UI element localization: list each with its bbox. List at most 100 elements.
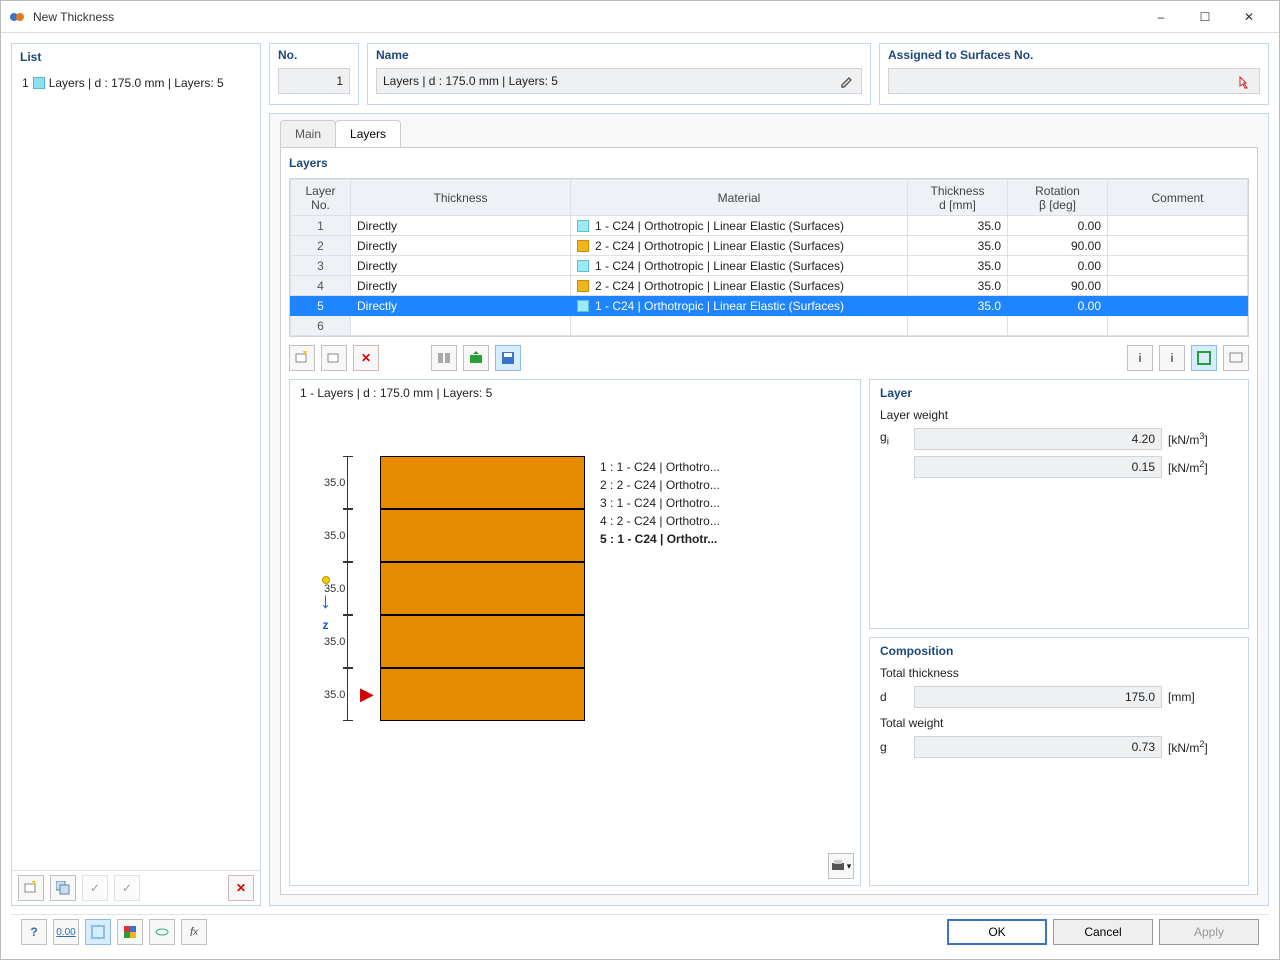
info-button-2[interactable]: i xyxy=(1159,345,1185,371)
minimize-button[interactable]: – xyxy=(1139,2,1183,32)
pick-surfaces-icon[interactable] xyxy=(1235,72,1255,92)
cell-comment[interactable] xyxy=(1108,296,1248,316)
view-button[interactable] xyxy=(85,919,111,945)
display-button[interactable] xyxy=(149,919,175,945)
delete-layer-button[interactable]: ✕ xyxy=(353,345,379,371)
legend-entry: 1 : 1 - C24 | Orthotro... xyxy=(600,460,780,478)
layers-tab-page: Layers Layer No. Thickness Material Thic… xyxy=(280,147,1258,895)
col-thickness-d[interactable]: Thickness d [mm] xyxy=(908,180,1008,216)
table-row[interactable]: 5Directly1 - C24 | Orthotropic | Linear … xyxy=(291,296,1248,316)
name-value: Layers | d : 175.0 mm | Layers: 5 xyxy=(383,74,558,88)
check-alt-button[interactable]: ✓ xyxy=(114,875,140,901)
gi-symbol: gi xyxy=(880,430,908,447)
col-comment[interactable]: Comment xyxy=(1108,180,1248,216)
table-row[interactable]: 4Directly2 - C24 | Orthotropic | Linear … xyxy=(291,276,1248,296)
cancel-button[interactable]: Cancel xyxy=(1053,919,1153,945)
col-thickness[interactable]: Thickness xyxy=(351,180,571,216)
cell-beta[interactable]: 0.00 xyxy=(1008,256,1108,276)
info-button-1[interactable]: i xyxy=(1127,345,1153,371)
help-button[interactable]: ? xyxy=(21,919,47,945)
cell-comment[interactable] xyxy=(1108,216,1248,236)
maximize-button[interactable]: ☐ xyxy=(1183,2,1227,32)
cell-beta[interactable]: 0.00 xyxy=(1008,296,1108,316)
gi2-value: 0.15 xyxy=(914,456,1162,478)
preview-panel: 1 - Layers | d : 175.0 mm | Layers: 5 35… xyxy=(289,379,861,886)
cell-beta[interactable] xyxy=(1008,316,1108,336)
cell-beta[interactable]: 0.00 xyxy=(1008,216,1108,236)
check-button[interactable]: ✓ xyxy=(82,875,108,901)
col-material[interactable]: Material xyxy=(571,180,908,216)
cell-d[interactable]: 35.0 xyxy=(908,216,1008,236)
cell-thickness[interactable]: Directly xyxy=(351,256,571,276)
copy-item-button[interactable] xyxy=(50,875,76,901)
title-bar: New Thickness – ☐ ✕ xyxy=(1,1,1279,33)
tab-layers[interactable]: Layers xyxy=(335,120,401,147)
cell-d[interactable]: 35.0 xyxy=(908,256,1008,276)
legend-entry: 3 : 1 - C24 | Orthotro... xyxy=(600,496,780,514)
cell-comment[interactable] xyxy=(1108,276,1248,296)
new-layer-button[interactable] xyxy=(289,345,315,371)
cell-material[interactable]: 1 - C24 | Orthotropic | Linear Elastic (… xyxy=(571,296,908,316)
col-rotation[interactable]: Rotation β [deg] xyxy=(1008,180,1108,216)
cell-thickness[interactable]: Directly xyxy=(351,216,571,236)
col-layer-no[interactable]: Layer No. xyxy=(291,180,351,216)
cell-material[interactable]: 1 - C24 | Orthotropic | Linear Elastic (… xyxy=(571,216,908,236)
cell-d[interactable] xyxy=(908,316,1008,336)
tab-main[interactable]: Main xyxy=(280,120,336,147)
d-value: 175.0 xyxy=(914,686,1162,708)
units-button[interactable]: 0.00 xyxy=(53,919,79,945)
cell-beta[interactable]: 90.00 xyxy=(1008,276,1108,296)
dialog-footer: ? 0.00 fx OK Cancel Apply xyxy=(11,914,1269,949)
cell-material[interactable]: 1 - C24 | Orthotropic | Linear Elastic (… xyxy=(571,256,908,276)
cell-material[interactable]: 2 - C24 | Orthotropic | Linear Elastic (… xyxy=(571,276,908,296)
import-button[interactable] xyxy=(463,345,489,371)
legend-entry: 2 : 2 - C24 | Orthotro... xyxy=(600,478,780,496)
cell-material[interactable]: 2 - C24 | Orthotropic | Linear Elastic (… xyxy=(571,236,908,256)
close-button[interactable]: ✕ xyxy=(1227,2,1271,32)
assigned-label: Assigned to Surfaces No. xyxy=(888,48,1260,62)
library-button[interactable] xyxy=(431,345,457,371)
total-weight-label: Total weight xyxy=(880,716,1238,730)
assigned-field[interactable] xyxy=(888,68,1260,94)
gi-value: 4.20 xyxy=(914,428,1162,450)
edit-name-icon[interactable] xyxy=(837,72,857,92)
cell-thickness[interactable]: Directly xyxy=(351,276,571,296)
table-row[interactable]: 1Directly1 - C24 | Orthotropic | Linear … xyxy=(291,216,1248,236)
cell-comment[interactable] xyxy=(1108,256,1248,276)
new-item-button[interactable] xyxy=(18,875,44,901)
name-field[interactable]: Layers | d : 175.0 mm | Layers: 5 xyxy=(376,68,862,94)
cell-thickness[interactable]: Directly xyxy=(351,236,571,256)
delete-item-button[interactable]: ✕ xyxy=(228,875,254,901)
dialog-window: New Thickness – ☐ ✕ List 1 Layers | d : … xyxy=(0,0,1280,960)
table-row[interactable]: 2Directly2 - C24 | Orthotropic | Linear … xyxy=(291,236,1248,256)
row-number: 4 xyxy=(291,276,351,296)
cell-d[interactable]: 35.0 xyxy=(908,296,1008,316)
list-tree[interactable]: 1 Layers | d : 175.0 mm | Layers: 5 xyxy=(12,70,260,870)
cell-d[interactable]: 35.0 xyxy=(908,276,1008,296)
apply-button[interactable]: Apply xyxy=(1159,919,1259,945)
cell-thickness[interactable] xyxy=(351,316,571,336)
table-row[interactable]: 3Directly1 - C24 | Orthotropic | Linear … xyxy=(291,256,1248,276)
cell-thickness[interactable]: Directly xyxy=(351,296,571,316)
cell-comment[interactable] xyxy=(1108,236,1248,256)
view-settings-button[interactable] xyxy=(1191,345,1217,371)
color-button[interactable] xyxy=(117,919,143,945)
display-settings-button[interactable] xyxy=(1223,345,1249,371)
cell-material[interactable] xyxy=(571,316,908,336)
no-label: No. xyxy=(278,48,350,62)
cell-comment[interactable] xyxy=(1108,316,1248,336)
legend-entry: 4 : 2 - C24 | Orthotro... xyxy=(600,514,780,532)
table-row[interactable]: 6 xyxy=(291,316,1248,336)
assigned-panel: Assigned to Surfaces No. xyxy=(879,43,1269,105)
layers-grid[interactable]: Layer No. Thickness Material Thickness d… xyxy=(289,178,1249,337)
no-field[interactable]: 1 xyxy=(278,68,350,94)
function-button[interactable]: fx xyxy=(181,919,207,945)
cell-d[interactable]: 35.0 xyxy=(908,236,1008,256)
cell-beta[interactable]: 90.00 xyxy=(1008,236,1108,256)
list-item[interactable]: 1 Layers | d : 175.0 mm | Layers: 5 xyxy=(22,74,250,92)
print-preview-button[interactable]: ▾ xyxy=(828,853,854,879)
save-button[interactable] xyxy=(495,345,521,371)
dimension-label: 35.0 xyxy=(324,456,353,509)
ok-button[interactable]: OK xyxy=(947,919,1047,945)
copy-layer-button[interactable] xyxy=(321,345,347,371)
